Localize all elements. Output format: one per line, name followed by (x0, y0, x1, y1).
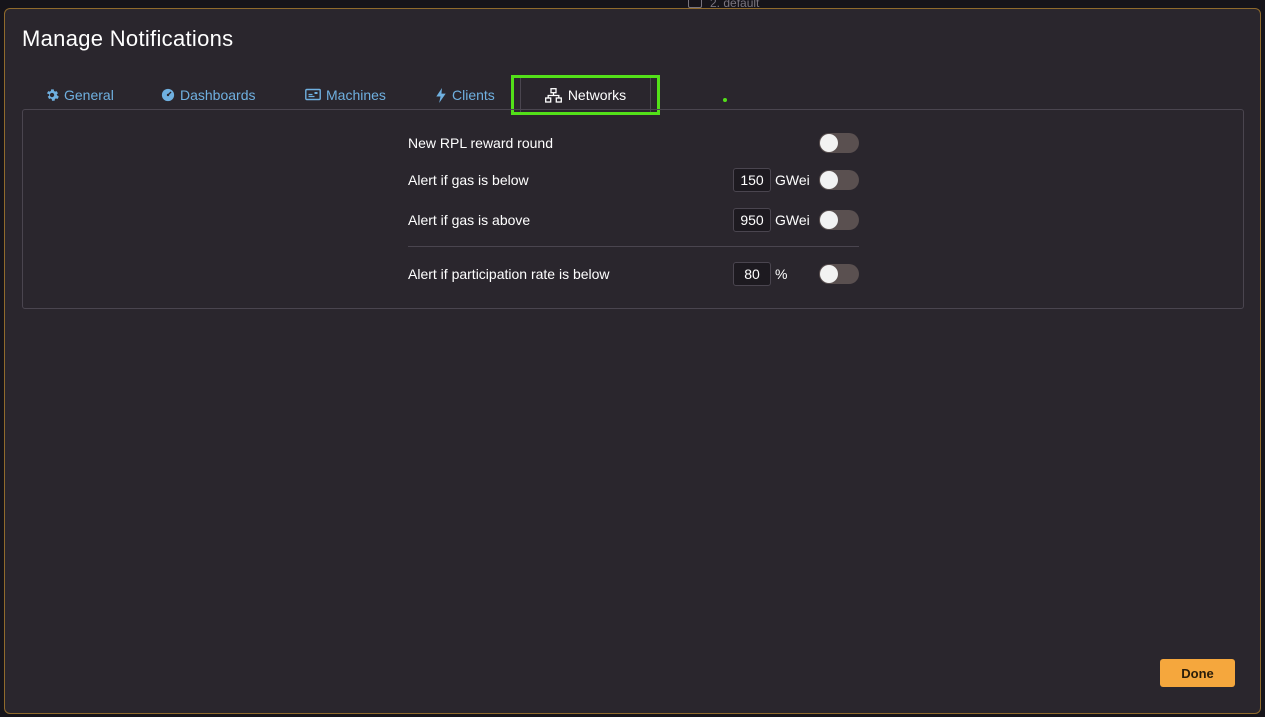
gas-above-toggle[interactable] (819, 210, 859, 230)
toggle-knob (820, 171, 838, 189)
gas-below-label: Alert if gas is below (408, 172, 529, 188)
setting-row-participation: Alert if participation rate is below 80 … (408, 261, 859, 287)
networks-settings-panel: New RPL reward round Alert if gas is bel… (22, 109, 1244, 309)
rpl-reward-label: New RPL reward round (408, 135, 553, 151)
network-icon (544, 87, 562, 103)
lightning-bolt-icon (435, 87, 447, 103)
toggle-knob (820, 211, 838, 229)
tab-clients-label: Clients (452, 87, 495, 103)
tab-networks-label: Networks (567, 87, 627, 103)
tab-general-label: General (64, 87, 114, 103)
participation-toggle[interactable] (819, 264, 859, 284)
gas-below-unit: GWei (775, 172, 810, 188)
gas-below-input[interactable]: 150 (733, 168, 771, 192)
participation-input[interactable]: 80 (733, 262, 771, 286)
gas-above-input[interactable]: 950 (733, 208, 771, 232)
setting-row-gas-above: Alert if gas is above 950 GWei (408, 207, 859, 233)
participation-label: Alert if participation rate is below (408, 266, 610, 282)
machine-monitor-icon (305, 88, 321, 102)
gear-icon (45, 88, 59, 102)
dashboard-gauge-icon (161, 88, 175, 102)
dialog-title: Manage Notifications (22, 26, 234, 51)
rpl-reward-toggle[interactable] (819, 133, 859, 153)
gas-above-unit: GWei (775, 212, 810, 228)
manage-notifications-dialog: Manage Notifications General Dashboards … (4, 8, 1261, 714)
tab-machines-label: Machines (326, 87, 386, 103)
setting-row-rpl-reward: New RPL reward round (408, 130, 859, 156)
tab-dashboards-label: Dashboards (180, 87, 256, 103)
gas-below-toggle[interactable] (819, 170, 859, 190)
toggle-knob (820, 134, 838, 152)
tab-networks-inner: Networks (519, 78, 652, 112)
settings-divider (408, 246, 859, 247)
gas-above-label: Alert if gas is above (408, 212, 531, 228)
participation-unit: % (775, 266, 788, 282)
toggle-knob (820, 265, 838, 283)
setting-row-gas-below: Alert if gas is below 150 GWei (408, 167, 859, 193)
cursor-dot (723, 98, 727, 102)
done-button[interactable]: Done (1160, 659, 1235, 687)
checkbox-icon (688, 0, 702, 8)
